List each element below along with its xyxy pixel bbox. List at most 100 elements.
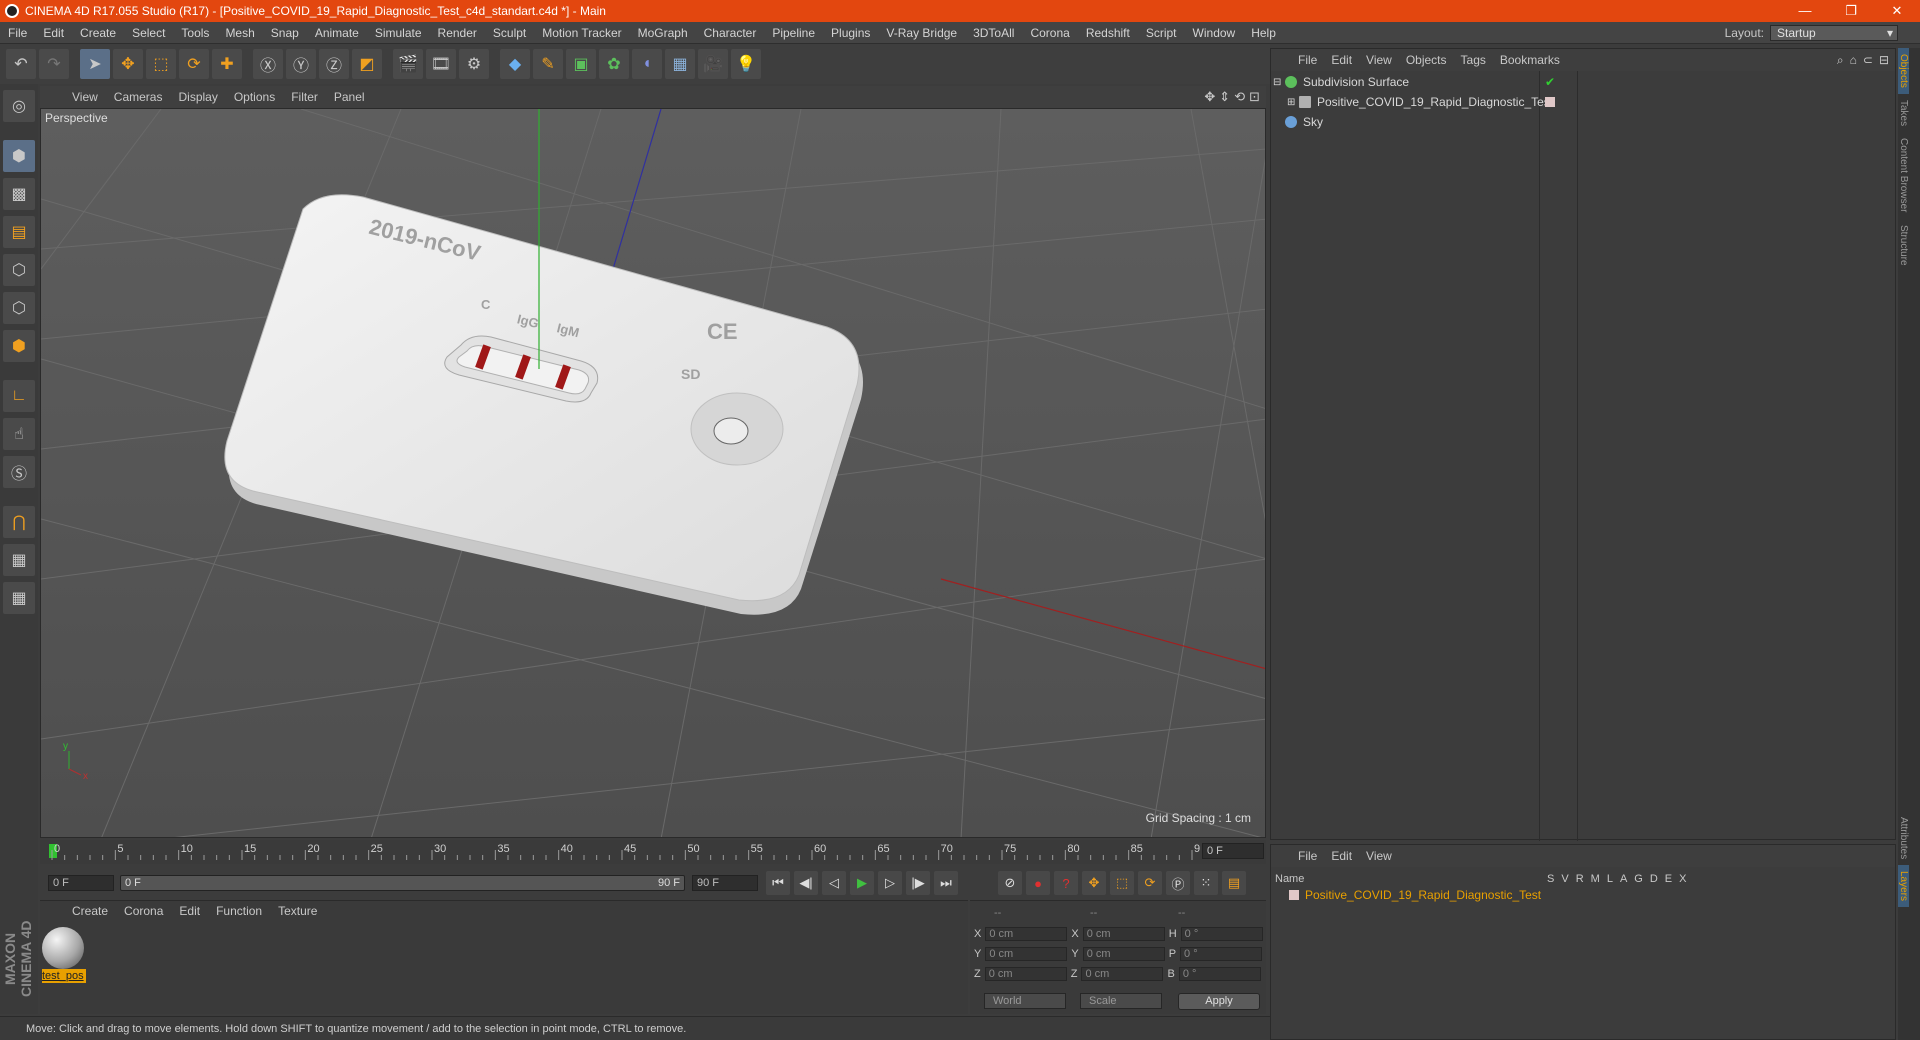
material-menu-corona[interactable]: Corona xyxy=(116,904,171,918)
light-icon[interactable]: 💡 xyxy=(731,49,761,79)
collapse-icon[interactable]: ⊟ xyxy=(1879,53,1889,68)
points-mode-icon[interactable]: ⬡ xyxy=(3,254,35,286)
x-axis-lock-icon[interactable]: Ⓧ xyxy=(253,49,283,79)
goto-end-icon[interactable]: ⏭ xyxy=(934,871,958,895)
transform-tool-icon[interactable]: ✚ xyxy=(212,49,242,79)
menu-redshift[interactable]: Redshift xyxy=(1078,22,1138,44)
render-view-icon[interactable]: 🎬 xyxy=(393,49,423,79)
viewport-menu-view[interactable]: View xyxy=(64,90,106,104)
menu-window[interactable]: Window xyxy=(1185,22,1244,44)
objmgr-menu-view[interactable]: View xyxy=(1359,53,1399,67)
col-g[interactable]: G xyxy=(1634,873,1643,885)
workplane-mode-icon[interactable]: ▤ xyxy=(3,216,35,248)
axis-mode-icon[interactable]: ∟ xyxy=(3,380,35,412)
menu-sculpt[interactable]: Sculpt xyxy=(485,22,534,44)
rotate-tool-icon[interactable]: ⟳ xyxy=(179,49,209,79)
menu-file[interactable]: File xyxy=(0,22,35,44)
object-row-sky[interactable]: Sky xyxy=(1273,113,1893,131)
menu-create[interactable]: Create xyxy=(72,22,124,44)
search-icon[interactable]: ⌕ xyxy=(1837,53,1844,68)
expand-toggle-icon[interactable]: ⊟ xyxy=(1273,77,1285,88)
expand-toggle-icon[interactable]: ⊞ xyxy=(1287,97,1299,108)
material-tag-icon[interactable] xyxy=(1545,97,1555,107)
col-m[interactable]: M xyxy=(1591,873,1600,885)
timeline-window-icon[interactable]: ▤ xyxy=(1222,871,1246,895)
tab-objects[interactable]: Objects xyxy=(1898,48,1909,94)
tab-layers[interactable]: Layers xyxy=(1898,865,1909,908)
prev-frame-icon[interactable]: ◁ xyxy=(822,871,846,895)
menu-help[interactable]: Help xyxy=(1243,22,1284,44)
render-picture-viewer-icon[interactable]: 🎞 xyxy=(426,49,456,79)
home-icon[interactable]: ⌂ xyxy=(1850,53,1857,68)
viewport-menu-display[interactable]: Display xyxy=(170,90,225,104)
array-mograph-icon[interactable]: ✿ xyxy=(599,49,629,79)
menu-select[interactable]: Select xyxy=(124,22,173,44)
camera-icon[interactable]: 🎥 xyxy=(698,49,728,79)
polygons-mode-icon[interactable]: ⬢ xyxy=(3,330,35,362)
subdivision-surface-icon[interactable]: ▣ xyxy=(566,49,596,79)
current-frame-field[interactable]: 0 F xyxy=(1202,843,1264,859)
menu-animate[interactable]: Animate xyxy=(307,22,367,44)
layermgr-menu-file[interactable]: File xyxy=(1291,849,1324,863)
lock-workplane-icon[interactable]: ▦ xyxy=(3,544,35,576)
viewport-menu-filter[interactable]: Filter xyxy=(283,90,326,104)
objmgr-menu-tags[interactable]: Tags xyxy=(1454,53,1493,67)
play-icon[interactable]: ▶ xyxy=(850,871,874,895)
move-tool-icon[interactable]: ✥ xyxy=(113,49,143,79)
menu-render[interactable]: Render xyxy=(430,22,485,44)
tab-structure[interactable]: Structure xyxy=(1898,219,1909,272)
menu-vray-bridge[interactable]: V-Ray Bridge xyxy=(878,22,965,44)
orbit-view-icon[interactable]: ⟲ xyxy=(1234,89,1245,105)
menu-pipeline[interactable]: Pipeline xyxy=(764,22,823,44)
col-l[interactable]: L xyxy=(1607,873,1613,885)
rotation-h-field[interactable]: 0 ° xyxy=(1180,927,1263,941)
restore-button[interactable]: ❐ xyxy=(1828,0,1874,22)
pen-spline-icon[interactable]: ✎ xyxy=(533,49,563,79)
col-s[interactable]: S xyxy=(1547,873,1554,885)
size-x-field[interactable]: 0 cm xyxy=(1082,927,1165,941)
menu-corona[interactable]: Corona xyxy=(1022,22,1077,44)
object-row-covid-test[interactable]: ⊞ Positive_COVID_19_Rapid_Diagnostic_Tes… xyxy=(1273,93,1893,111)
next-frame-icon[interactable]: ▷ xyxy=(878,871,902,895)
undo-icon[interactable]: ↶ xyxy=(6,49,36,79)
floor-scene-icon[interactable]: ▦ xyxy=(665,49,695,79)
start-frame-field[interactable]: 0 F xyxy=(48,875,114,891)
material-menu-edit[interactable]: Edit xyxy=(171,904,208,918)
rotation-b-field[interactable]: 0 ° xyxy=(1178,967,1261,981)
magnet-icon[interactable]: ⋂ xyxy=(3,506,35,538)
objmgr-menu-file[interactable]: File xyxy=(1291,53,1324,67)
layout-dropdown[interactable]: Startup xyxy=(1770,25,1898,41)
position-y-field[interactable]: 0 cm xyxy=(985,947,1068,961)
layermgr-menu-edit[interactable]: Edit xyxy=(1324,849,1359,863)
col-x[interactable]: X xyxy=(1679,873,1686,885)
visibility-check-icon[interactable]: ✔ xyxy=(1545,75,1555,89)
viewport-menu-cameras[interactable]: Cameras xyxy=(106,90,171,104)
edges-mode-icon[interactable]: ⬡ xyxy=(3,292,35,324)
menu-mesh[interactable]: Mesh xyxy=(217,22,262,44)
goto-start-icon[interactable]: ⏮ xyxy=(766,871,790,895)
render-settings-icon[interactable]: ⚙ xyxy=(459,49,489,79)
key-position-icon[interactable]: ✥ xyxy=(1082,871,1106,895)
menu-plugins[interactable]: Plugins xyxy=(823,22,878,44)
menu-motion-tracker[interactable]: Motion Tracker xyxy=(534,22,629,44)
record-icon[interactable]: ● xyxy=(1026,871,1050,895)
position-z-field[interactable]: 0 cm xyxy=(984,967,1067,981)
maximize-view-icon[interactable]: ⊡ xyxy=(1249,89,1260,105)
close-button[interactable]: ✕ xyxy=(1874,0,1920,22)
preview-range-slider[interactable]: 0 F 90 F xyxy=(120,875,685,891)
col-r[interactable]: R xyxy=(1576,873,1584,885)
menu-script[interactable]: Script xyxy=(1138,22,1185,44)
objmgr-menu-bookmarks[interactable]: Bookmarks xyxy=(1493,53,1567,67)
deformer-icon[interactable]: ◖ xyxy=(632,49,662,79)
snap-icon[interactable]: Ⓢ xyxy=(3,456,35,488)
material-menu-function[interactable]: Function xyxy=(208,904,270,918)
size-z-field[interactable]: 0 cm xyxy=(1081,967,1164,981)
z-axis-lock-icon[interactable]: Ⓩ xyxy=(319,49,349,79)
texture-mode-icon[interactable]: ▩ xyxy=(3,178,35,210)
tweak-mode-icon[interactable]: ☝ xyxy=(3,418,35,450)
menu-edit[interactable]: Edit xyxy=(35,22,72,44)
col-a[interactable]: A xyxy=(1620,873,1627,885)
planar-workplane-icon[interactable]: ▦ xyxy=(3,582,35,614)
objmgr-menu-edit[interactable]: Edit xyxy=(1324,53,1359,67)
coordinate-space-dropdown[interactable]: World xyxy=(984,993,1066,1009)
